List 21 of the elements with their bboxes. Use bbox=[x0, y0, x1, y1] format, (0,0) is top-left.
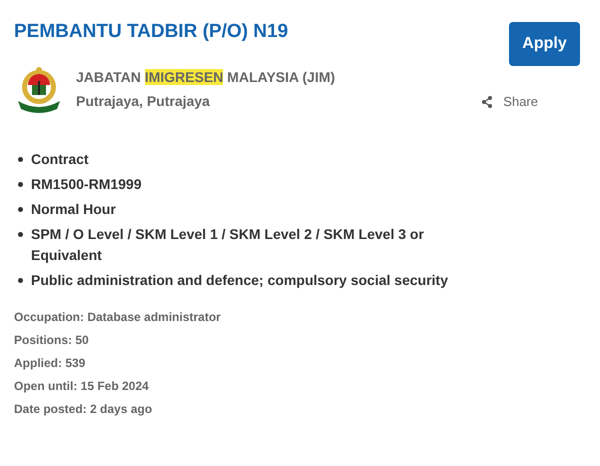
employer-name[interactable]: JABATAN IMIGRESEN MALAYSIA (JIM) bbox=[76, 69, 336, 85]
detail-text: Occupation: Database administrator bbox=[14, 309, 222, 326]
feature-item: Normal Hour bbox=[31, 200, 116, 219]
bullet-icon bbox=[18, 207, 23, 212]
bullet-icon bbox=[18, 182, 23, 187]
apply-button[interactable]: Apply bbox=[509, 22, 580, 66]
bullet-icon bbox=[18, 232, 23, 237]
feature-item: RM1500-RM1999 bbox=[31, 175, 142, 194]
bullet-icon bbox=[18, 157, 23, 162]
detail-text: Applied: 539 bbox=[14, 355, 86, 372]
detail-text: Open until: 15 Feb 2024 bbox=[14, 378, 150, 395]
bullet-icon bbox=[18, 278, 23, 283]
feature-item: Contract bbox=[31, 150, 89, 169]
detail-text: Date posted: 2 days ago bbox=[14, 401, 154, 418]
share-icon bbox=[481, 96, 494, 108]
location: Putrajaya, Putrajaya bbox=[76, 93, 211, 109]
detail-text: Positions: 50 bbox=[14, 332, 90, 349]
share-button[interactable]: Share bbox=[481, 94, 538, 109]
feature-item: SPM / O Level / SKM Level 1 / SKM Level 2 / SKM Level 3 or Equivalent bbox=[31, 225, 425, 265]
feature-item: Public administration and defence; compulsory social security bbox=[31, 271, 448, 290]
job-title: PEMBANTU TADBIR (P/O) N19 bbox=[14, 21, 290, 43]
